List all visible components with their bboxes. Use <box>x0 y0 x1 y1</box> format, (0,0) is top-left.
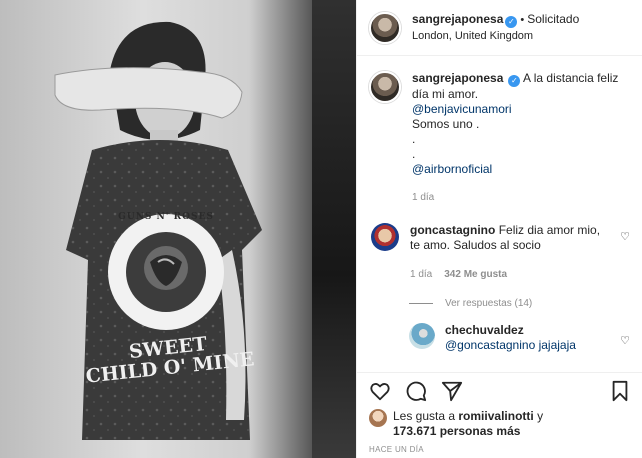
caption-dot-2: . <box>412 147 416 161</box>
comment-item: goncastagnino Feliz dia amor mio, te amo… <box>369 223 631 282</box>
reply-avatar[interactable] <box>409 323 435 349</box>
comment-icon[interactable] <box>405 380 427 402</box>
action-icons-row <box>369 373 631 409</box>
likes-summary: Les gusta a romiivalinotti y 173.671 per… <box>369 409 631 439</box>
author-meta: sangrejaponesa ✓ • Solicitado London, Unite… <box>412 11 579 44</box>
shirt-band-name: GUNS N' ROSES <box>118 212 214 222</box>
liker-avatar[interactable] <box>369 409 387 427</box>
comments-section[interactable]: sangrejaponesa ✓ A la distancia feliz día… <box>357 57 642 372</box>
separator-dot: • <box>520 14 525 26</box>
bookmark-icon[interactable] <box>609 380 631 402</box>
comment-body: goncastagnino Feliz dia amor mio, te amo… <box>410 223 610 282</box>
caption-mention-1[interactable]: @benjavicunamori <box>412 102 631 117</box>
comment-likes[interactable]: 342 Me gusta <box>444 267 507 282</box>
caption-mention-2[interactable]: @airbornoficial <box>412 162 631 177</box>
commenter-username[interactable]: goncastagnino <box>410 223 495 237</box>
share-icon[interactable] <box>441 380 463 402</box>
reply-text[interactable]: @goncastagnino jajajaja <box>445 338 576 353</box>
verified-icon: ✓ <box>508 75 521 87</box>
caption-avatar[interactable] <box>369 71 401 103</box>
liker-username[interactable]: romiivalinotti <box>458 409 533 423</box>
reply-username[interactable]: chechuvaldez <box>445 323 576 338</box>
author-line: sangrejaponesa ✓ • Solicitado <box>412 11 579 28</box>
likes-text: Les gusta a romiivalinotti y 173.671 per… <box>393 409 631 439</box>
location-link[interactable]: London, United Kingdom <box>412 28 579 44</box>
author-username[interactable]: sangrejaponesa <box>412 12 503 26</box>
caption-line-1: sangrejaponesa ✓ A la distancia feliz día… <box>412 71 631 102</box>
verified-icon: ✓ <box>505 16 518 28</box>
likes-prefix: Les gusta a <box>393 409 459 423</box>
reply-body: chechuvaldez @goncastagnino jajajaja <box>445 323 576 353</box>
heart-icon[interactable] <box>369 380 391 402</box>
instagram-post-view: GUNS N' ROSES SWEET CHILD O' MINE sangre… <box>0 0 642 458</box>
post-photo[interactable]: GUNS N' ROSES SWEET CHILD O' MINE <box>0 0 356 458</box>
caption-time[interactable]: 1 día <box>412 190 631 205</box>
photo-illustration <box>54 21 262 440</box>
likes-count[interactable]: 173.671 personas más <box>393 424 520 438</box>
post-caption: sangrejaponesa ✓ A la distancia feliz día… <box>369 71 631 205</box>
post-header: sangrejaponesa ✓ • Solicitado London, Unite… <box>357 0 642 56</box>
likes-connector: y <box>533 409 544 423</box>
view-replies-button[interactable]: Ver respuestas (14) <box>409 298 631 309</box>
replies-divider <box>409 303 433 304</box>
post-timestamp[interactable]: HACE UN DÍA <box>369 445 631 454</box>
comment-time[interactable]: 1 día <box>410 267 432 282</box>
caption-dot-1: . <box>412 132 416 146</box>
commenter-avatar[interactable] <box>371 223 399 251</box>
view-replies-label: Ver respuestas (14) <box>445 298 533 309</box>
caption-text-2: Somos uno . <box>412 117 480 131</box>
follow-status-button[interactable]: Solicitado <box>527 12 579 26</box>
post-side-panel: sangrejaponesa ✓ • Solicitado London, Unite… <box>356 0 642 458</box>
reply-like-heart-icon[interactable]: ♡ <box>619 335 631 347</box>
caption-body: sangrejaponesa ✓ A la distancia feliz día… <box>412 71 631 205</box>
comment-meta: 1 día 342 Me gusta <box>410 267 610 282</box>
reply-item: chechuvaldez @goncastagnino jajajaja ♡ <box>409 323 631 353</box>
comment-like-heart-icon[interactable]: ♡ <box>619 231 631 243</box>
caption-username[interactable]: sangrejaponesa <box>412 71 503 85</box>
author-avatar[interactable] <box>369 11 401 44</box>
shirt-text: GUNS N' ROSES <box>100 212 232 222</box>
post-actions: Les gusta a romiivalinotti y 173.671 per… <box>357 372 642 458</box>
